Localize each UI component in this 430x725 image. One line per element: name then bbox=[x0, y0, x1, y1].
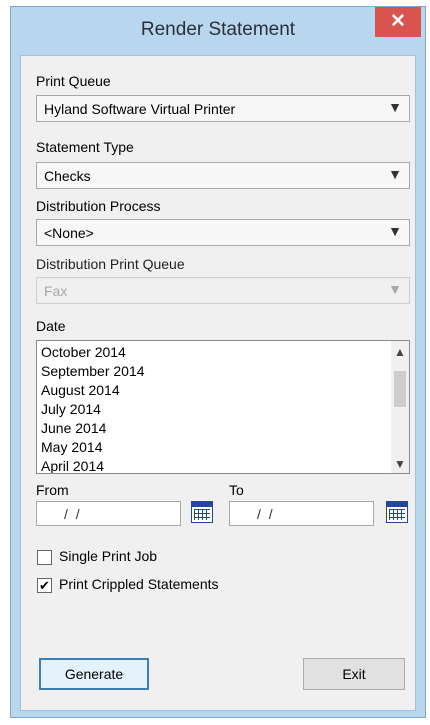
chevron-down-icon: ▼ bbox=[388, 99, 402, 115]
distribution-process-dropdown[interactable]: <None> ▼ bbox=[36, 219, 410, 246]
date-list-items: October 2014 September 2014 August 2014 … bbox=[41, 343, 145, 473]
statement-type-dropdown[interactable]: Checks ▼ bbox=[36, 162, 410, 189]
distribution-print-queue-label: Distribution Print Queue bbox=[36, 256, 185, 272]
to-date-value: / / bbox=[257, 506, 275, 522]
date-label: Date bbox=[36, 318, 66, 334]
print-crippled-statements-label[interactable]: Print Crippled Statements bbox=[59, 576, 219, 592]
chevron-down-icon: ▼ bbox=[388, 223, 402, 239]
exit-button[interactable]: Exit bbox=[303, 658, 405, 690]
generate-button[interactable]: Generate bbox=[39, 658, 149, 690]
window-title: Render Statement bbox=[140, 19, 296, 40]
single-print-job-checkbox[interactable] bbox=[37, 550, 52, 565]
from-date-input[interactable]: / / bbox=[36, 501, 181, 526]
distribution-process-value: <None> bbox=[44, 225, 94, 241]
scrollbar-thumb[interactable] bbox=[394, 371, 406, 407]
list-item[interactable]: August 2014 bbox=[41, 381, 145, 400]
dialog-body: Print Queue Hyland Software Virtual Prin… bbox=[20, 55, 416, 711]
print-queue-value: Hyland Software Virtual Printer bbox=[44, 101, 236, 117]
scroll-up-icon[interactable]: ▲ bbox=[391, 345, 409, 359]
close-button[interactable]: ✕ bbox=[375, 7, 421, 37]
single-print-job-label[interactable]: Single Print Job bbox=[59, 548, 157, 564]
statement-type-value: Checks bbox=[44, 168, 91, 184]
print-queue-dropdown[interactable]: Hyland Software Virtual Printer ▼ bbox=[36, 95, 410, 122]
statement-type-label: Statement Type bbox=[36, 139, 134, 155]
to-label: To bbox=[229, 482, 244, 498]
distribution-print-queue-value: Fax bbox=[44, 283, 68, 299]
list-item[interactable]: June 2014 bbox=[41, 419, 145, 438]
chevron-down-icon: ▼ bbox=[388, 281, 402, 297]
print-queue-label: Print Queue bbox=[36, 73, 111, 89]
checkmark-icon: ✔ bbox=[39, 578, 50, 593]
date-list-scrollbar[interactable]: ▲ ▼ bbox=[391, 341, 409, 473]
to-date-input[interactable]: / / bbox=[229, 501, 374, 526]
list-item[interactable]: April 2014 bbox=[41, 457, 145, 473]
calendar-icon[interactable] bbox=[191, 501, 213, 523]
list-item[interactable]: September 2014 bbox=[41, 362, 145, 381]
date-listbox[interactable]: October 2014 September 2014 August 2014 … bbox=[36, 340, 410, 474]
print-crippled-statements-checkbox[interactable]: ✔ bbox=[37, 578, 52, 593]
distribution-print-queue-dropdown: Fax ▼ bbox=[36, 277, 410, 304]
distribution-process-label: Distribution Process bbox=[36, 198, 161, 214]
close-icon: ✕ bbox=[390, 11, 406, 32]
from-label: From bbox=[36, 482, 69, 498]
list-item[interactable]: May 2014 bbox=[41, 438, 145, 457]
title-bar[interactable]: Render Statement ✕ bbox=[11, 7, 425, 55]
from-date-value: / / bbox=[64, 506, 82, 522]
list-item[interactable]: October 2014 bbox=[41, 343, 145, 362]
scroll-down-icon[interactable]: ▼ bbox=[391, 457, 409, 471]
render-statement-window: Render Statement ✕ Print Queue Hyland So… bbox=[10, 6, 426, 718]
chevron-down-icon: ▼ bbox=[388, 166, 402, 182]
list-item[interactable]: July 2014 bbox=[41, 400, 145, 419]
calendar-icon[interactable] bbox=[386, 501, 408, 523]
